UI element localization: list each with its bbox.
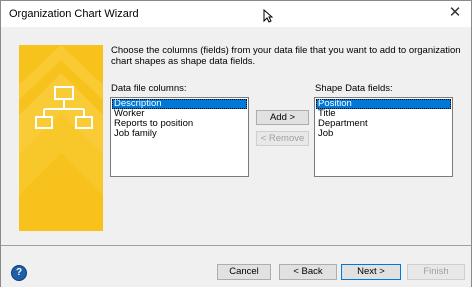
data-file-columns-label: Data file columns: <box>111 83 187 94</box>
help-icon[interactable]: ? <box>11 265 27 281</box>
shape-data-fields-list[interactable]: Position Title Department Job <box>314 97 453 177</box>
window-title: Organization Chart Wizard <box>9 8 139 20</box>
list-item[interactable]: Department <box>316 119 451 129</box>
remove-button[interactable]: < Remove <box>256 131 309 146</box>
instructions-text: Choose the columns (fields) from your da… <box>111 45 461 67</box>
next-button[interactable]: Next > <box>341 264 401 280</box>
close-icon[interactable]: ✕ <box>447 5 463 21</box>
title-bar: Organization Chart Wizard ✕ <box>1 1 471 27</box>
org-chart-icon <box>19 45 103 231</box>
list-item[interactable]: Position <box>316 99 451 109</box>
list-item[interactable]: Job family <box>112 129 247 139</box>
wizard-window: Organization Chart Wizard ✕ Choose the c… <box>0 0 472 287</box>
shape-data-fields-label: Shape Data fields: <box>315 83 393 94</box>
cancel-button[interactable]: Cancel <box>217 264 271 280</box>
back-button[interactable]: < Back <box>279 264 337 280</box>
add-button[interactable]: Add > <box>256 110 309 125</box>
list-item[interactable]: Job <box>316 129 451 139</box>
data-file-columns-list[interactable]: Description Worker Reports to position J… <box>110 97 249 177</box>
mouse-cursor-icon <box>263 9 273 23</box>
finish-button[interactable]: Finish <box>407 264 465 280</box>
